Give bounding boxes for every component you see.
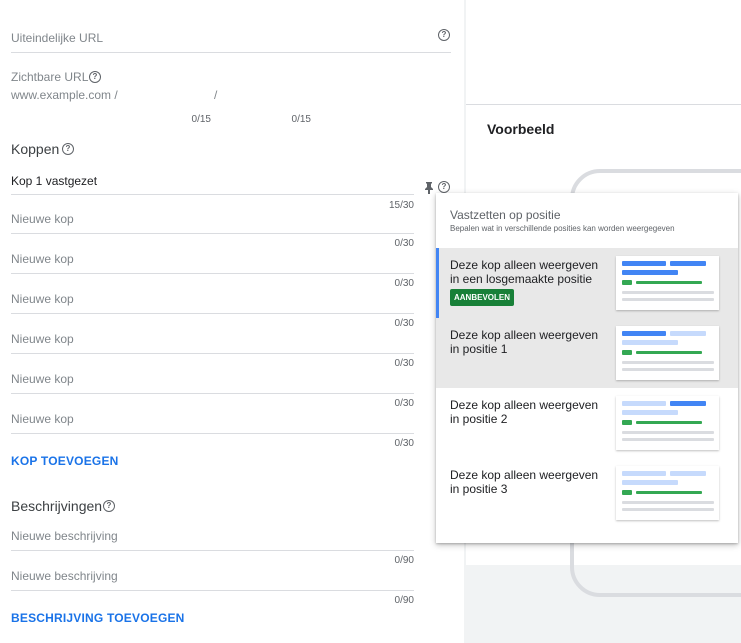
help-icon[interactable]: ?: [438, 29, 450, 41]
pin-option-label: Deze kop alleen weergeven in positie 2: [450, 398, 599, 426]
thumbnail-bar: [622, 340, 678, 345]
headline-counter: 0/30: [394, 278, 414, 289]
path2-counter: 0/15: [291, 114, 311, 125]
thumbnail-bar: [636, 421, 702, 424]
thumbnail-bar: [622, 368, 714, 371]
pin-option-unpinned[interactable]: Deze kop alleen weergeven in een losgema…: [436, 248, 738, 318]
display-url-path1-input[interactable]: [120, 86, 208, 102]
thumbnail-bar: [622, 508, 714, 511]
headline-input[interactable]: Nieuwe kop: [11, 212, 74, 226]
help-icon[interactable]: ?: [89, 71, 101, 83]
headline-underline: [11, 393, 414, 394]
headline-input[interactable]: Nieuwe kop: [11, 252, 74, 266]
thumbnail-bar: [622, 261, 666, 266]
description-input[interactable]: Nieuwe beschrijving: [11, 529, 118, 543]
path1-counter: 0/15: [191, 114, 211, 125]
thumbnail-bar: [622, 410, 678, 415]
headline-underline: [11, 273, 414, 274]
thumbnail-bar: [622, 490, 632, 495]
thumbnail-bar: [636, 281, 702, 284]
pin-position-menu: Vastzetten op positie Bepalen wat in ver…: [436, 193, 738, 543]
add-headline-button[interactable]: KOP TOEVOEGEN: [11, 454, 119, 468]
recommended-badge: AANBEVOLEN: [450, 289, 515, 306]
final-url-underline: [11, 52, 451, 53]
pin-option-label: Deze kop alleen weergeven in positie 3: [450, 468, 599, 496]
headline-counter: 0/30: [394, 238, 414, 249]
headline-1-input[interactable]: Kop 1 vastgezet: [11, 174, 97, 188]
position-preview-thumbnail: [616, 466, 719, 520]
headline-underline: [11, 353, 414, 354]
thumbnail-bar: [622, 361, 714, 364]
thumbnail-bar: [622, 501, 714, 504]
thumbnail-bar: [670, 331, 706, 336]
display-url-separator: /: [214, 88, 218, 102]
headline-counter: 0/30: [394, 358, 414, 369]
thumbnail-bar: [622, 480, 678, 485]
headline-1-counter: 15/30: [388, 200, 414, 211]
description-counter: 0/90: [394, 595, 414, 606]
thumbnail-bar: [622, 350, 632, 355]
thumbnail-bar: [636, 351, 702, 354]
description-underline: [11, 550, 414, 551]
descriptions-title: Beschrijvingen: [11, 498, 103, 514]
description-counter: 0/90: [394, 555, 414, 566]
headline-input[interactable]: Nieuwe kop: [11, 332, 74, 346]
thumbnail-bar: [622, 270, 678, 275]
display-url-path2-input[interactable]: [222, 86, 310, 102]
selected-indicator: [436, 248, 439, 318]
headline-underline: [11, 313, 414, 314]
preview-title: Voorbeeld: [487, 121, 555, 137]
headline-input[interactable]: Nieuwe kop: [11, 372, 74, 386]
pin-icon[interactable]: [424, 181, 434, 194]
thumbnail-bar: [622, 331, 666, 336]
headlines-title: Koppen: [11, 141, 60, 157]
position-preview-thumbnail: [616, 396, 719, 450]
add-description-button[interactable]: BESCHRIJVING TOEVOEGEN: [11, 611, 185, 625]
description-input[interactable]: Nieuwe beschrijving: [11, 569, 118, 583]
help-icon[interactable]: ?: [62, 143, 74, 155]
pin-menu-title: Vastzetten op positie: [450, 208, 561, 222]
thumbnail-bar: [622, 280, 632, 285]
pin-option-position-2[interactable]: Deze kop alleen weergeven in positie 2: [436, 388, 738, 458]
thumbnail-bar: [636, 491, 702, 494]
help-icon[interactable]: ?: [438, 181, 450, 193]
thumbnail-bar: [622, 438, 714, 441]
thumbnail-bar: [622, 471, 666, 476]
final-url-input[interactable]: Uiteindelijke URL: [11, 31, 103, 45]
thumbnail-bar: [670, 401, 706, 406]
right-top-card: [466, 0, 741, 105]
thumbnail-bar: [622, 291, 714, 294]
headline-counter: 0/30: [394, 438, 414, 449]
display-url-label: Zichtbare URL: [11, 70, 89, 84]
pin-option-label: Deze kop alleen weergeven in een losgema…: [450, 258, 599, 286]
description-underline: [11, 590, 414, 591]
pin-option-position-3[interactable]: Deze kop alleen weergeven in positie 3: [436, 458, 738, 528]
thumbnail-bar: [622, 401, 666, 406]
headline-underline: [11, 233, 414, 234]
pin-option-position-1[interactable]: Deze kop alleen weergeven in positie 1: [436, 318, 738, 388]
headline-counter: 0/30: [394, 398, 414, 409]
thumbnail-bar: [622, 420, 632, 425]
help-icon[interactable]: ?: [103, 500, 115, 512]
headline-1-underline: [11, 194, 414, 195]
thumbnail-bar: [622, 431, 714, 434]
pin-menu-subtitle: Bepalen wat in verschillende posities ka…: [450, 224, 675, 233]
thumbnail-bar: [670, 471, 706, 476]
headline-underline: [11, 433, 414, 434]
headline-input[interactable]: Nieuwe kop: [11, 412, 74, 426]
position-preview-thumbnail: [616, 326, 719, 380]
headline-counter: 0/30: [394, 318, 414, 329]
position-preview-thumbnail: [616, 256, 719, 310]
display-url-base: www.example.com /: [11, 88, 118, 102]
thumbnail-bar: [670, 261, 706, 266]
headline-input[interactable]: Nieuwe kop: [11, 292, 74, 306]
pin-option-label: Deze kop alleen weergeven in positie 1: [450, 328, 599, 356]
thumbnail-bar: [622, 298, 714, 301]
